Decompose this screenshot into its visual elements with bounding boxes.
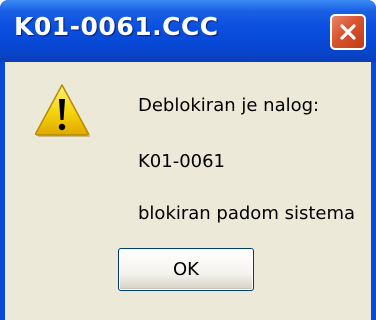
close-button[interactable]	[330, 14, 366, 50]
message-box-window: K01-0061.CCC Deblokiran je nalog: K01-00…	[0, 0, 376, 320]
message-line-1: Deblokiran je nalog:	[138, 95, 320, 116]
title-bar[interactable]: K01-0061.CCC	[0, 0, 376, 62]
warning-icon	[35, 84, 91, 137]
close-icon	[340, 24, 356, 40]
message-line-2: K01-0061	[138, 151, 226, 172]
ok-button[interactable]: OK	[118, 248, 254, 291]
dialog-body: Deblokiran je nalog: K01-0061 blokiran p…	[5, 62, 371, 320]
window-title: K01-0061.CCC	[14, 12, 219, 41]
message-line-3: blokiran padom sistema	[138, 203, 356, 224]
